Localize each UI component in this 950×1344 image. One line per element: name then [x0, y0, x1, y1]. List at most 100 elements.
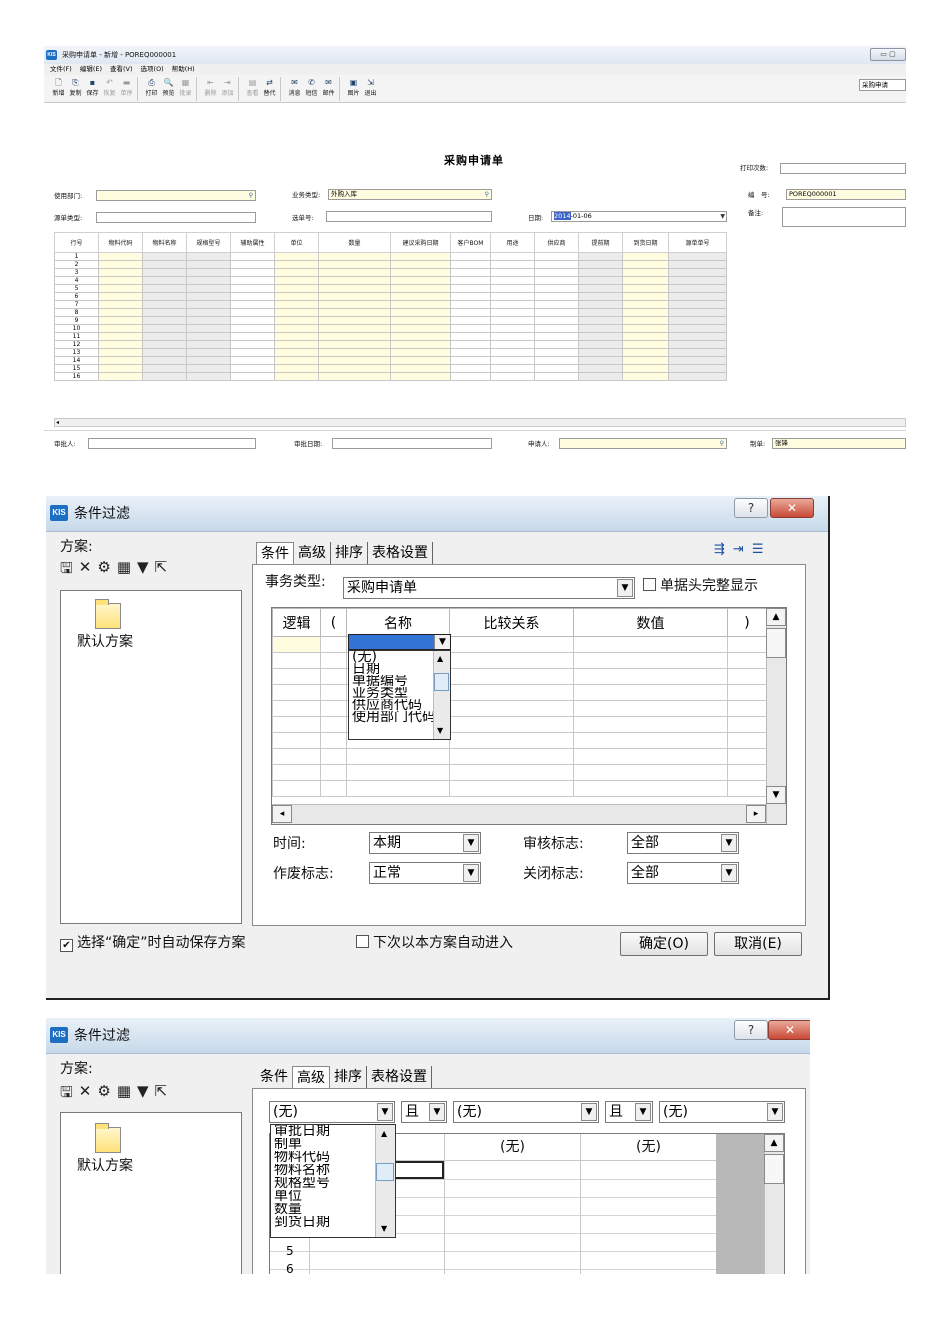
grid-cell[interactable]	[230, 372, 275, 381]
grid-cell[interactable]	[490, 260, 535, 269]
grid-cell[interactable]	[622, 364, 669, 373]
bill-type-combo[interactable]: 采购申请	[859, 79, 906, 91]
checkbox-checked-icon[interactable]: ✔	[60, 939, 73, 952]
grid-cell[interactable]	[274, 348, 319, 357]
grid-cell[interactable]	[450, 340, 491, 349]
grid-cell[interactable]	[272, 652, 321, 669]
grid-cell[interactable]	[622, 252, 669, 261]
col-header[interactable]: 行号	[54, 232, 99, 253]
grid-cell[interactable]	[318, 332, 391, 341]
scroll-down-icon[interactable]: ▼	[381, 1222, 387, 1235]
dropdown-arrow-icon[interactable]: ▼	[137, 1082, 149, 1107]
col-header[interactable]: 单位	[274, 232, 319, 253]
grid-cell[interactable]	[578, 372, 623, 381]
grid-cell[interactable]	[449, 652, 574, 669]
grid-cell[interactable]	[142, 332, 187, 341]
grid-cell[interactable]	[142, 260, 187, 269]
dropdown-arrow-icon[interactable]: ▼	[720, 212, 725, 221]
menu-options[interactable]: 选项(O)	[141, 64, 164, 75]
grid-cell[interactable]	[573, 732, 728, 749]
grid-cell[interactable]	[622, 324, 669, 333]
grid-cell[interactable]	[230, 348, 275, 357]
grid-cell[interactable]	[450, 292, 491, 301]
dropdown-arrow-icon[interactable]: ▼	[463, 864, 479, 882]
source-no-field[interactable]	[326, 211, 492, 222]
grid-cell[interactable]	[727, 732, 767, 749]
grid-cell[interactable]	[578, 284, 623, 293]
grid-cell[interactable]	[450, 284, 491, 293]
grid-cell[interactable]	[186, 284, 231, 293]
grid-cell[interactable]	[186, 316, 231, 325]
grid-cell[interactable]	[534, 356, 579, 365]
grid-cell[interactable]	[230, 292, 275, 301]
grid-cell[interactable]	[390, 284, 451, 293]
grid-cell[interactable]	[390, 268, 451, 277]
grid-cell[interactable]	[534, 372, 579, 381]
tab-table-settings[interactable]: 表格设置	[367, 1066, 432, 1089]
grid-cell[interactable]	[98, 316, 143, 325]
print-count-field[interactable]	[780, 163, 906, 174]
grid-cell[interactable]	[622, 332, 669, 341]
grid-cell[interactable]	[727, 684, 767, 701]
default-scheme-item[interactable]: 默认方案	[77, 1157, 133, 1175]
scroll-up-icon[interactable]: ▲	[381, 1127, 387, 1140]
grid-cell[interactable]	[490, 308, 535, 317]
grid-cell[interactable]	[98, 252, 143, 261]
dropdown-arrow-icon[interactable]: ▼	[635, 1103, 651, 1121]
scroll-down-icon[interactable]: ▼	[437, 725, 443, 737]
approver-field[interactable]	[88, 438, 256, 449]
grid-cell[interactable]	[490, 292, 535, 301]
grid-cell[interactable]	[534, 348, 579, 357]
grid-cell[interactable]	[727, 780, 767, 797]
grid-cell[interactable]	[186, 324, 231, 333]
message-button[interactable]: ✉ 消息	[286, 75, 303, 103]
grid-cell[interactable]	[534, 292, 579, 301]
grid-cell[interactable]	[534, 332, 579, 341]
grid-cell[interactable]	[98, 284, 143, 293]
grid-cell[interactable]	[318, 284, 391, 293]
grid-cell[interactable]	[390, 340, 451, 349]
name-dropdown-list[interactable]: (无) 日期 单据编号 业务类型 供应商代码 使用部门代码 ▲ ▼	[348, 650, 451, 740]
grid-cell[interactable]	[450, 372, 491, 381]
grid-cell[interactable]	[142, 348, 187, 357]
grid-cell[interactable]	[318, 324, 391, 333]
grid-cell[interactable]	[449, 636, 574, 653]
logic-select-2[interactable]: 且 ▼	[605, 1101, 653, 1123]
remark-field[interactable]	[782, 207, 906, 227]
grid-cell[interactable]	[578, 276, 623, 285]
tab-table-settings[interactable]: 表格设置	[368, 542, 433, 565]
grid-cell[interactable]	[318, 276, 391, 285]
grid-cell[interactable]	[230, 268, 275, 277]
grid-cell[interactable]	[727, 764, 767, 781]
grid-cell[interactable]	[274, 260, 319, 269]
approve-date-field[interactable]	[332, 438, 492, 449]
grid-cell[interactable]	[320, 780, 347, 797]
auto-save-checkbox[interactable]: ✔ 选择“确定”时自动保存方案	[60, 934, 246, 952]
grid-cell[interactable]	[274, 300, 319, 309]
transaction-type-select[interactable]: 采购申请单 ▼	[343, 577, 635, 599]
grid-cell[interactable]	[186, 308, 231, 317]
close-button[interactable]: ✕	[770, 498, 814, 518]
col-header[interactable]: 数值	[573, 608, 728, 637]
grid-cell[interactable]	[320, 668, 347, 685]
grid-cell[interactable]	[668, 252, 727, 261]
grid-cell[interactable]	[534, 300, 579, 309]
help-button[interactable]: ?	[734, 1020, 768, 1040]
exit-button[interactable]: ⇲ 退出	[362, 75, 379, 103]
grid-cell[interactable]	[230, 316, 275, 325]
grid-cell[interactable]	[272, 700, 321, 717]
grid-cell[interactable]	[186, 292, 231, 301]
checkbox-icon[interactable]	[643, 578, 656, 591]
tab-sort[interactable]: 排序	[331, 542, 368, 565]
scroll-thumb[interactable]	[766, 628, 786, 658]
grid-cell[interactable]	[622, 356, 669, 365]
col-header[interactable]: )	[727, 608, 767, 637]
grid-cell[interactable]	[449, 780, 574, 797]
col-header[interactable]: 比较关系	[449, 608, 574, 637]
grid-cell[interactable]	[98, 356, 143, 365]
scroll-up-icon[interactable]: ▲	[437, 653, 443, 665]
grid-cell[interactable]	[142, 300, 187, 309]
grid-cell[interactable]	[490, 268, 535, 277]
grid-cell[interactable]	[318, 340, 391, 349]
grid-cell[interactable]	[490, 356, 535, 365]
